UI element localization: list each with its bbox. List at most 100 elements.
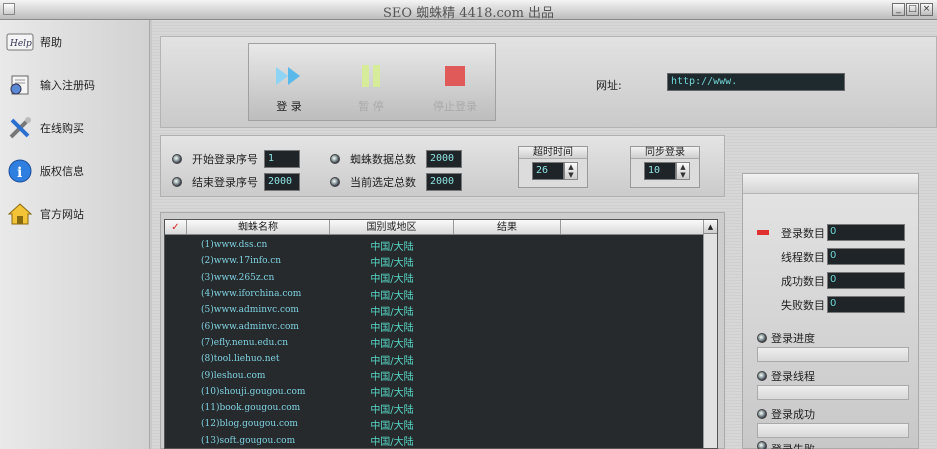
spider-region: 中国/大陆 (370, 306, 414, 318)
selected-total-field: 当前选定总数 2000 (330, 173, 462, 191)
sidebar-item-help[interactable]: Help 帮助 (6, 26, 146, 58)
minimize-button[interactable]: _ (892, 3, 905, 16)
list-scrollbar[interactable]: ▲ (703, 220, 717, 448)
success-count-stat: 成功数目 0 (773, 272, 905, 289)
spider-region: 中国/大陆 (370, 372, 414, 384)
sync-title: 同步登录 (631, 147, 699, 159)
fail-count-value: 0 (827, 296, 905, 313)
stop-button[interactable]: 停止登录 (425, 64, 485, 114)
timeout-title: 超时时间 (519, 147, 587, 159)
check-icon[interactable]: ✓ (165, 220, 187, 234)
list-item[interactable]: (10)shouji.gougou.com 中国/大陆 (165, 384, 705, 400)
thread-count-stat: 线程数目 0 (773, 248, 905, 265)
sidebar-item-copyright[interactable]: i 版权信息 (6, 155, 146, 187)
column-result[interactable]: 结果 (454, 220, 561, 234)
spider-region: 中国/大陆 (370, 420, 414, 432)
spider-name: (3)www.265z.cn (201, 272, 275, 283)
bullet-icon (172, 177, 182, 187)
pause-label: 暂 停 (358, 100, 384, 113)
stop-label: 停止登录 (433, 100, 477, 113)
spider-list[interactable]: ✓ 蜘蛛名称 国别或地区 结果 (1)www.dss.cn 中国/大陆 (2)ww… (164, 219, 718, 449)
spin-down-icon[interactable]: ▼ (565, 171, 577, 179)
list-item[interactable]: (1)www.dss.cn 中国/大陆 (165, 237, 705, 253)
thread-label: 登录线程 (771, 370, 815, 383)
list-item[interactable]: (3)www.265z.cn 中国/大陆 (165, 270, 705, 286)
sidebar-item-label: 输入注册码 (40, 79, 95, 92)
url-input[interactable]: http://www. (667, 73, 845, 91)
bullet-icon (330, 154, 340, 164)
svg-text:Help: Help (9, 39, 32, 49)
thread-bar (757, 385, 909, 400)
list-item[interactable]: (6)www.adminvc.com 中国/大陆 (165, 318, 705, 335)
sidebar-item-label: 版权信息 (40, 165, 84, 178)
sidebar-item-label: 帮助 (40, 36, 62, 49)
login-label: 登 录 (276, 100, 302, 113)
list-item[interactable]: (13)soft.gougou.com 中国/大陆 (165, 433, 705, 449)
timeout-stepper[interactable]: ▲ ▼ (564, 162, 578, 180)
control-buttons: 登 录 暂 停 停止登录 (248, 43, 496, 121)
sidebar-item-website[interactable]: 官方网站 (6, 198, 146, 230)
spin-down-icon[interactable]: ▼ (677, 171, 689, 179)
login-count-stat: 登录数目 0 (757, 224, 905, 241)
spider-name: (12)blog.gougou.com (201, 419, 298, 430)
scroll-up-icon[interactable]: ▲ (704, 220, 717, 234)
selected-total-label: 当前选定总数 (350, 176, 416, 189)
spider-name: (9)leshou.com (201, 370, 266, 381)
sync-spinner: 10 ▲ ▼ (644, 162, 690, 180)
login-button[interactable]: 登 录 (259, 64, 319, 114)
list-item[interactable]: (12)blog.gougou.com 中国/大陆 (165, 416, 705, 432)
list-item[interactable]: (8)tool.liehuo.net 中国/大陆 (165, 351, 705, 367)
spider-region: 中国/大陆 (370, 290, 414, 302)
close-button[interactable]: × (920, 3, 933, 16)
fail-label: 登录失败 (771, 441, 815, 449)
end-index-input[interactable]: 2000 (264, 173, 300, 191)
spin-up-icon[interactable]: ▲ (565, 163, 577, 171)
list-item[interactable]: (5)www.adminvc.com 中国/大陆 (165, 302, 705, 318)
window-title: SEO 蜘蛛精 4418.com 出品 (382, 6, 555, 21)
spin-up-icon[interactable]: ▲ (677, 163, 689, 171)
column-region[interactable]: 国别或地区 (330, 220, 454, 234)
thread-section: 登录线程 (757, 368, 815, 384)
spider-region: 中国/大陆 (370, 355, 414, 367)
thread-count-label: 线程数目 (781, 250, 825, 264)
fail-section: 登录失败 (757, 441, 815, 449)
list-item[interactable]: (4)www.iforchina.com 中国/大陆 (165, 286, 705, 302)
timeout-input[interactable]: 26 (532, 162, 564, 180)
sync-input[interactable]: 10 (644, 162, 676, 180)
spider-name: (6)www.adminvc.com (201, 321, 299, 332)
help-icon: Help (6, 28, 34, 56)
spider-region: 中国/大陆 (370, 437, 414, 449)
url-label: 网址: (596, 79, 622, 92)
login-count-value: 0 (827, 224, 905, 241)
bullet-icon (757, 333, 767, 343)
home-icon (6, 200, 34, 228)
spider-name: (1)www.dss.cn (201, 240, 268, 251)
sidebar-item-label: 在线购买 (40, 122, 84, 135)
list-item[interactable]: (2)www.17info.cn 中国/大陆 (165, 253, 705, 269)
list-item[interactable]: (9)leshou.com 中国/大陆 (165, 367, 705, 384)
pause-button[interactable]: 暂 停 (341, 64, 401, 114)
progress-label: 登录进度 (771, 332, 815, 345)
play-icon (259, 64, 319, 88)
column-spider-name[interactable]: 蜘蛛名称 (187, 220, 330, 234)
stop-icon (425, 64, 485, 88)
info-icon: i (6, 157, 34, 185)
end-index-label: 结束登录序号 (192, 176, 258, 189)
list-item[interactable]: (11)book.gougou.com 中国/大陆 (165, 400, 705, 416)
thread-count-value: 0 (827, 248, 905, 265)
list-item[interactable]: (7)efly.nenu.edu.cn 中国/大陆 (165, 335, 705, 351)
end-index-field: 结束登录序号 2000 (172, 173, 300, 191)
list-rows: (1)www.dss.cn 中国/大陆 (2)www.17info.cn 中国/大陆… (165, 237, 705, 449)
sync-stepper[interactable]: ▲ ▼ (676, 162, 690, 180)
bullet-icon (757, 441, 767, 449)
sidebar-item-buy[interactable]: 在线购买 (6, 112, 146, 144)
sidebar-item-register[interactable]: 输入注册码 (6, 69, 146, 101)
spider-total-field: 蜘蛛数据总数 2000 (330, 150, 462, 168)
column-filler (561, 220, 705, 234)
timeout-group: 超时时间 26 ▲ ▼ (518, 146, 588, 188)
spider-name: (7)efly.nenu.edu.cn (201, 337, 288, 348)
start-index-input[interactable]: 1 (264, 150, 300, 168)
success-section: 登录成功 (757, 406, 815, 422)
maximize-button[interactable]: □ (906, 3, 919, 16)
success-count-value: 0 (827, 272, 905, 289)
